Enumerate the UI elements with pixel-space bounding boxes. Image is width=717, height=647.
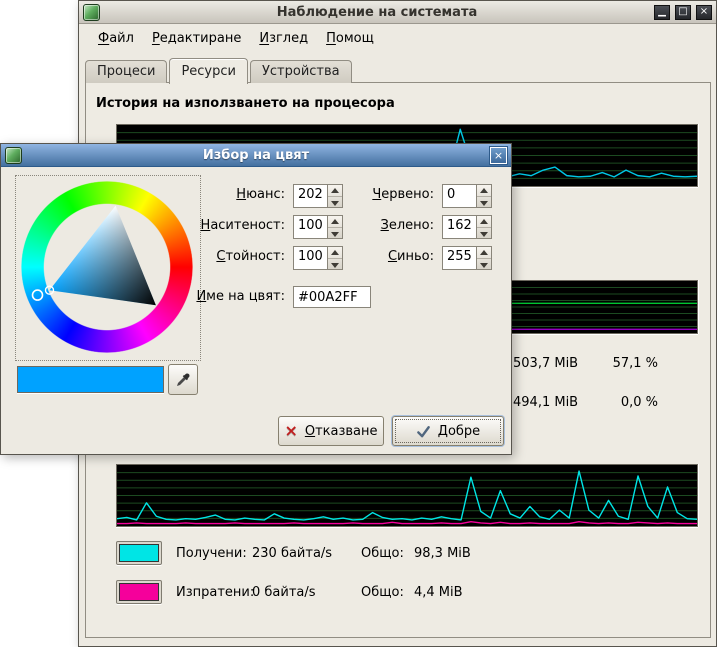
sent-label: Изпратени:: [176, 585, 252, 600]
value-value[interactable]: 100: [294, 247, 327, 269]
blue-value[interactable]: 255: [443, 247, 476, 269]
dialog-app-icon: [5, 147, 22, 164]
dialog-titlebar[interactable]: Избор на цвят ×: [1, 144, 511, 167]
red-value[interactable]: 0: [443, 185, 476, 207]
saturation-value[interactable]: 100: [294, 216, 327, 238]
hue-marker[interactable]: [33, 290, 43, 300]
green-spin-up-icon[interactable]: [477, 216, 491, 228]
cpu-history-heading: История на използването на процесора: [96, 96, 395, 111]
tab-devices[interactable]: Устройства: [250, 60, 352, 83]
red-spinner[interactable]: 0: [442, 184, 492, 208]
network-sent-row: Изпратени: 0 байта/s Общо: 4,4 MiB: [116, 579, 463, 605]
cancel-button[interactable]: × Отказване: [278, 416, 384, 446]
blue-spin-buttons: [476, 247, 491, 269]
dialog-title: Избор на цвят: [27, 148, 485, 163]
received-rate: 230 байта/s: [252, 546, 361, 561]
saturation-label: Наситеност:: [171, 215, 285, 237]
ok-check-icon: [416, 424, 431, 439]
close-button[interactable]: ×: [696, 5, 712, 20]
saturation-value-triangle[interactable]: [21, 181, 193, 353]
main-titlebar[interactable]: Наблюдение на системата ▁ □ ×: [79, 1, 716, 24]
memory-percent: 57,1 %: [586, 356, 658, 371]
window-title: Наблюдение на системата: [105, 5, 649, 20]
red-spin-down-icon[interactable]: [477, 197, 491, 208]
eyedropper-button[interactable]: [168, 364, 198, 395]
green-value[interactable]: 162: [443, 216, 476, 238]
value-spin-down-icon[interactable]: [328, 259, 342, 270]
cancel-x-icon: ×: [284, 423, 297, 439]
hue-spin-up-icon[interactable]: [328, 185, 342, 197]
received-label: Получени:: [176, 546, 252, 561]
maximize-button[interactable]: □: [675, 5, 691, 20]
color-preview: [17, 366, 164, 393]
green-spin-down-icon[interactable]: [477, 228, 491, 239]
hue-spin-down-icon[interactable]: [328, 197, 342, 208]
menubar: Файл Редактиране Изглед Помощ: [81, 25, 714, 51]
color-name-input[interactable]: [293, 286, 371, 308]
red-label: Червено:: [344, 184, 434, 206]
color-name-label: Име на цвят:: [171, 286, 285, 308]
green-spinner[interactable]: 162: [442, 215, 492, 239]
sent-color: [119, 583, 159, 601]
network-history-chart: [116, 464, 698, 527]
saturation-spinner[interactable]: 100: [293, 215, 343, 239]
saturation-spin-buttons: [327, 216, 342, 238]
blue-label: Синьо:: [344, 246, 434, 268]
value-spin-up-icon[interactable]: [328, 247, 342, 259]
sent-total: 4,4 MiB: [414, 585, 463, 600]
menu-file[interactable]: Файл: [89, 28, 143, 49]
ok-button-label: Добре: [438, 424, 480, 439]
sent-rate: 0 байта/s: [252, 585, 361, 600]
value-spinner[interactable]: 100: [293, 246, 343, 270]
hue-label: Нюанс:: [171, 184, 285, 206]
color-picker-dialog: Избор на цвят × Нюанс: 202 Наситеност:: [0, 143, 512, 455]
saturation-spin-up-icon[interactable]: [328, 216, 342, 228]
memory-total: 503,7 MiB: [513, 356, 578, 371]
hue-spinner[interactable]: 202: [293, 184, 343, 208]
sent-total-label: Общо:: [361, 585, 414, 600]
dialog-close-button[interactable]: ×: [490, 147, 507, 164]
blue-spin-down-icon[interactable]: [477, 259, 491, 270]
tabstrip: Процеси Ресурси Устройства: [85, 57, 354, 83]
hue-spin-buttons: [327, 185, 342, 207]
sent-color-swatch[interactable]: [116, 580, 162, 604]
minimize-button[interactable]: ▁: [654, 5, 670, 20]
red-spin-buttons: [476, 185, 491, 207]
menu-help[interactable]: Помощ: [317, 28, 383, 49]
cancel-button-label: Отказване: [305, 424, 378, 439]
received-total: 98,3 MiB: [414, 546, 471, 561]
blue-spin-up-icon[interactable]: [477, 247, 491, 259]
green-spin-buttons: [476, 216, 491, 238]
app-icon: [83, 4, 100, 21]
value-label: Стойност:: [171, 246, 285, 268]
value-spin-buttons: [327, 247, 342, 269]
red-spin-up-icon[interactable]: [477, 185, 491, 197]
menu-edit[interactable]: Редактиране: [143, 28, 250, 49]
tab-resources[interactable]: Ресурси: [169, 58, 248, 84]
ok-button[interactable]: Добре: [392, 416, 504, 446]
blue-spinner[interactable]: 255: [442, 246, 492, 270]
received-total-label: Общо:: [361, 546, 414, 561]
eyedropper-icon: [175, 372, 191, 388]
received-color-swatch[interactable]: [116, 541, 162, 565]
tab-processes[interactable]: Процеси: [85, 60, 167, 83]
hue-value[interactable]: 202: [294, 185, 327, 207]
menu-view[interactable]: Изглед: [250, 28, 317, 49]
swap-percent: 0,0 %: [586, 395, 658, 410]
green-label: Зелено:: [344, 215, 434, 237]
desktop: { "main_window": { "title": "Наблюдение …: [0, 0, 717, 647]
received-color: [119, 544, 159, 562]
network-received-row: Получени: 230 байта/s Общо: 98,3 MiB: [116, 540, 471, 566]
swap-total: 494,1 MiB: [513, 395, 578, 410]
saturation-spin-down-icon[interactable]: [328, 228, 342, 239]
